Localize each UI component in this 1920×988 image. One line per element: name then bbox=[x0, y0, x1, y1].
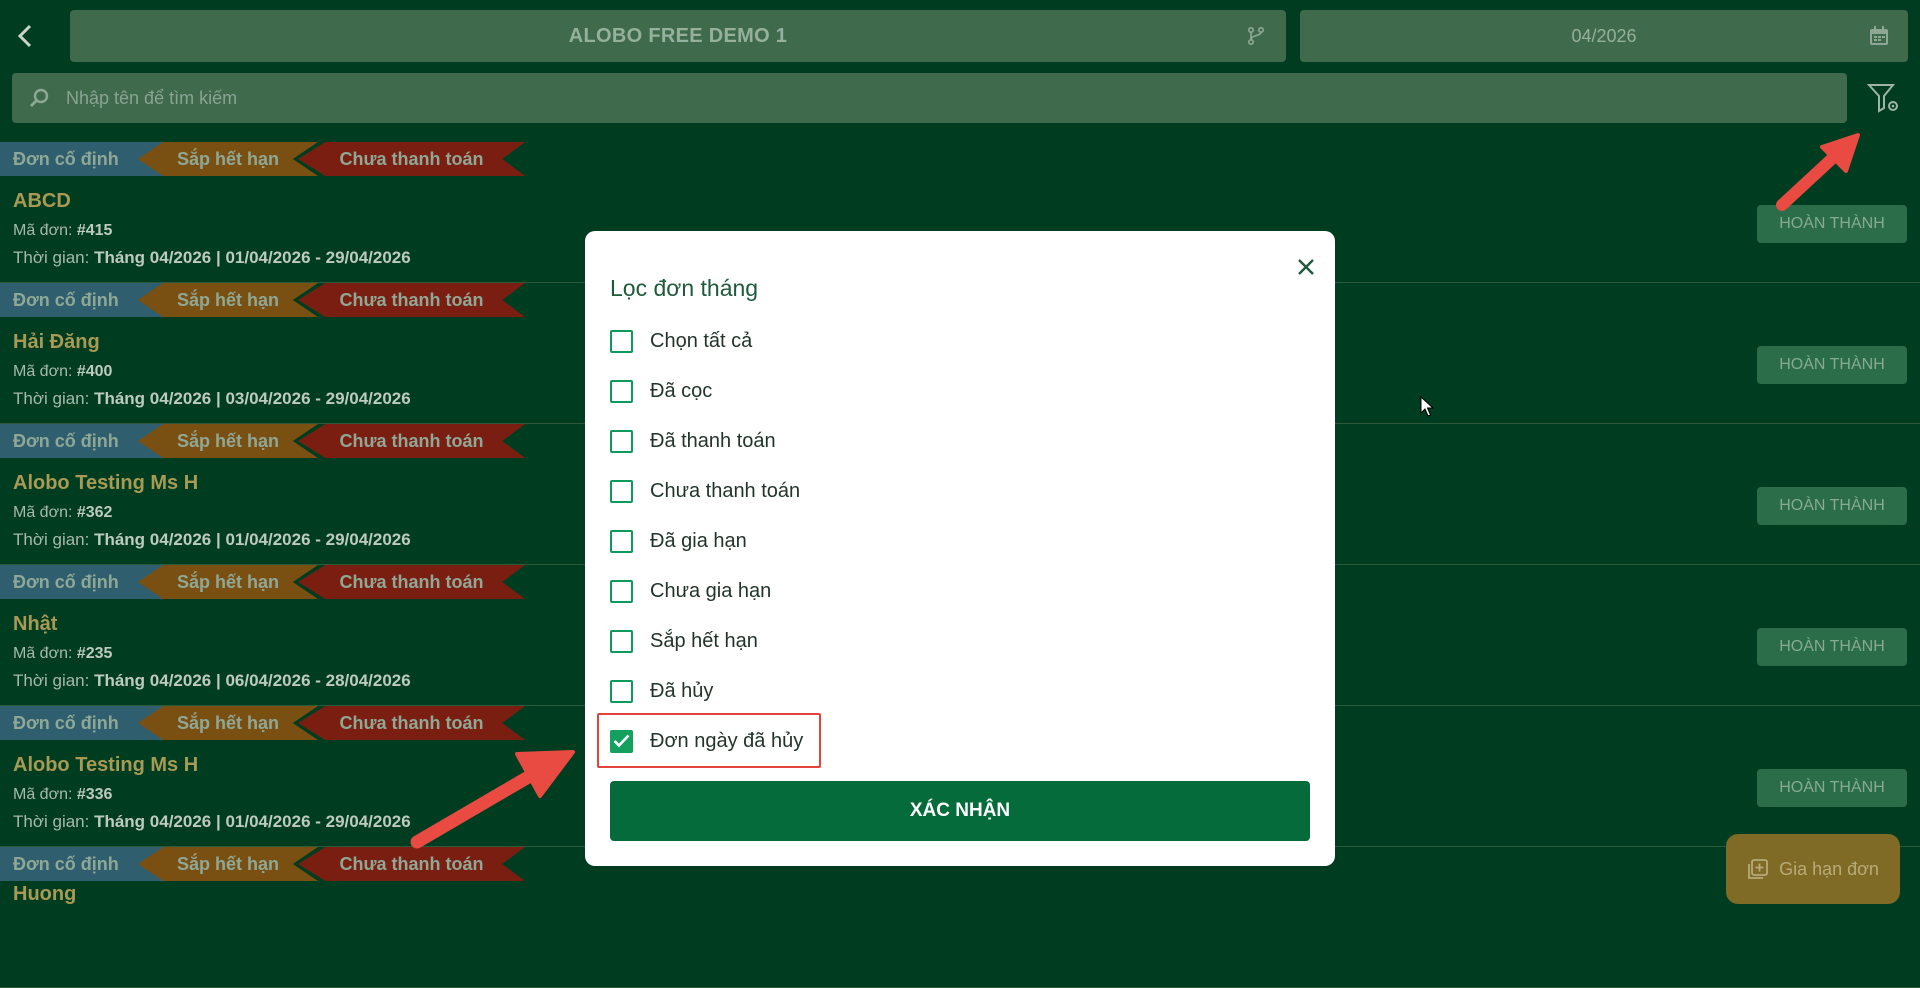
option-label: Chọn tất cả bbox=[650, 329, 753, 352]
checkbox[interactable] bbox=[610, 329, 633, 353]
checkbox[interactable] bbox=[610, 429, 633, 453]
filter-option-select-all[interactable]: Chọn tất cả bbox=[610, 323, 752, 359]
filter-option-extended[interactable]: Đã gia hạn bbox=[610, 523, 747, 559]
option-label: Đã gia hạn bbox=[650, 529, 747, 552]
confirm-button[interactable]: XÁC NHẬN bbox=[610, 781, 1310, 841]
option-label: Đã thanh toán bbox=[650, 429, 776, 452]
filter-option-cancelled[interactable]: Đã hủy bbox=[610, 673, 713, 709]
annotation-highlight-box bbox=[597, 713, 821, 768]
close-icon bbox=[1298, 259, 1314, 275]
modal-title: Lọc đơn tháng bbox=[610, 275, 759, 301]
checkbox[interactable] bbox=[610, 479, 633, 503]
option-label: Chưa gia hạn bbox=[650, 579, 772, 602]
filter-option-expiring[interactable]: Sắp hết hạn bbox=[610, 623, 758, 659]
option-label: Đã cọc bbox=[650, 379, 713, 402]
checkbox[interactable] bbox=[610, 529, 633, 553]
filter-option-paid[interactable]: Đã thanh toán bbox=[610, 423, 776, 459]
option-label: Đã hủy bbox=[650, 679, 714, 702]
checkbox[interactable] bbox=[610, 379, 633, 403]
checkbox[interactable] bbox=[610, 579, 633, 603]
mouse-cursor-icon bbox=[1420, 396, 1434, 417]
checkbox[interactable] bbox=[610, 629, 633, 653]
close-button[interactable] bbox=[1290, 251, 1322, 283]
option-label: Chưa thanh toán bbox=[650, 479, 801, 502]
filter-option-deposited[interactable]: Đã cọc bbox=[610, 373, 712, 409]
filter-option-not-extended[interactable]: Chưa gia hạn bbox=[610, 573, 771, 609]
option-label: Sắp hết hạn bbox=[650, 629, 758, 652]
filter-modal: Lọc đơn tháng Chọn tất cả Đã cọc Đã than… bbox=[585, 231, 1335, 866]
checkbox[interactable] bbox=[610, 679, 633, 703]
filter-option-unpaid[interactable]: Chưa thanh toán bbox=[610, 473, 800, 509]
